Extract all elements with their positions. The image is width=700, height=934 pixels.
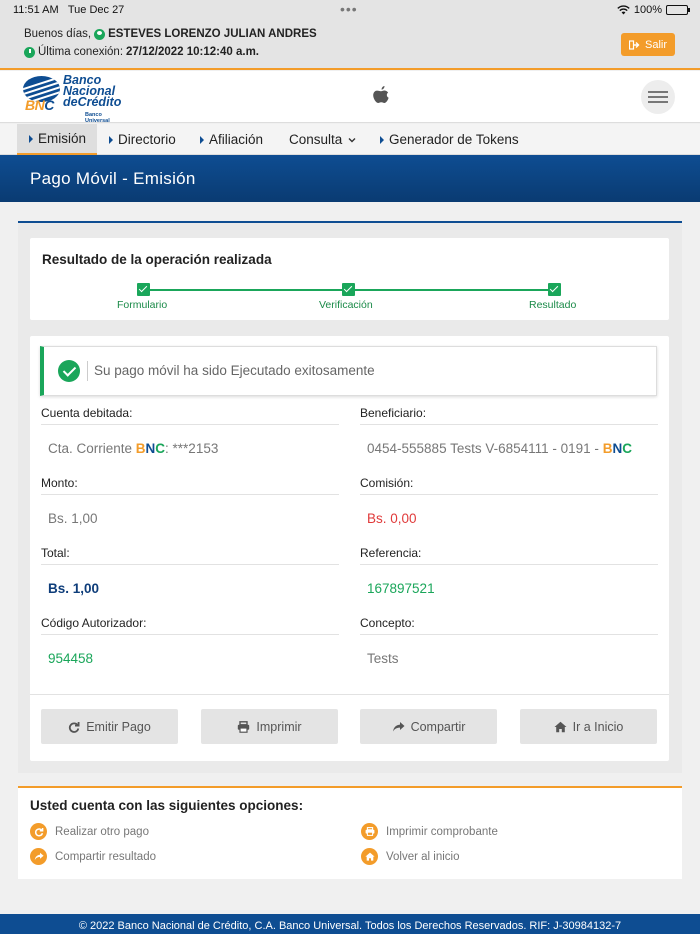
field-value: 954458 [48,651,94,666]
beneficiary-field: Beneficiario: 0454-555885 Tests V-685411… [360,406,658,456]
nav-item-emision[interactable]: Emisión [17,124,97,155]
chevron-down-icon [348,137,356,142]
apple-icon [373,86,389,103]
options-panel: Usted cuenta con las siguientes opciones… [18,786,682,879]
debit-account-field: Cuenta debitada: Cta. Corriente BNC: ***… [41,406,339,456]
field-value: Bs. 0,00 [367,511,417,526]
step-label-resultado: Resultado [529,299,577,311]
check-icon [548,283,561,296]
emit-payment-button[interactable]: Emitir Pago [41,709,178,744]
caret-right-icon [380,135,384,144]
clock-icon [24,46,35,58]
field-label: Comisión: [360,476,658,495]
greeting-bar: Buenos días, ESTEVES LORENZO JULIAN ANDR… [0,20,700,70]
share-icon [392,721,405,731]
greeting-text: Buenos días, [24,28,92,40]
logout-icon [628,39,640,50]
battery-percent: 100% [633,4,662,16]
hamburger-menu-icon[interactable] [641,80,675,114]
redo-icon [69,721,80,733]
success-alert: Su pago móvil ha sido Ejecutado exitosam… [40,346,657,396]
wifi-icon [617,5,630,15]
main-nav: Emisión Directorio Afiliación Consulta G… [0,124,700,155]
field-value: Bs. 1,00 [48,511,98,526]
logout-button[interactable]: Salir [621,33,675,56]
device-status-bar: 11:51 AM Tue Dec 27 ••• 100% [0,0,700,20]
field-value: Bs. 1,00 [48,581,100,596]
success-check-icon [58,360,80,382]
status-time: 11:51 AM Tue Dec 27 [13,4,125,16]
progress-steps: Resultado de la operación realizada Form… [30,238,669,320]
step-label-formulario: Formulario [117,299,168,311]
success-message: Su pago móvil ha sido Ejecutado exitosam… [94,363,375,378]
home-icon [554,721,567,732]
share-button[interactable]: Compartir [360,709,497,744]
total-field: Total: Bs. 1,00 [41,546,339,596]
print-icon [238,720,250,733]
option-share-result[interactable]: Compartir resultado [30,848,156,865]
page-title-bar: Pago Móvil - Emisión [0,155,700,202]
field-label: Cuenta debitada: [41,406,339,425]
step-label-verificacion: Verificación [319,299,373,311]
site-header: BNC Banco Nacional deCrédito Banco Unive… [0,71,700,124]
nav-item-consulta[interactable]: Consulta [289,124,356,155]
logo-bnc: BNC [25,97,54,113]
greeting-line: Buenos días, ESTEVES LORENZO JULIAN ANDR… [24,28,317,40]
logo-subtitle: Banco Universal [85,112,110,124]
bank-logo[interactable]: BNC Banco Nacional deCrédito Banco Unive… [23,73,123,124]
nav-item-directorio[interactable]: Directorio [109,124,176,155]
option-print-receipt[interactable]: Imprimir comprobante [361,823,498,840]
field-label: Total: [41,546,339,565]
print-button[interactable]: Imprimir [201,709,338,744]
last-login-label: Última conexión: [38,46,124,58]
redo-icon [30,823,47,840]
user-name: ESTEVES LORENZO JULIAN ANDRES [108,28,317,40]
nav-item-afiliacion[interactable]: Afiliación [200,124,263,155]
check-icon [342,283,355,296]
amount-field: Monto: Bs. 1,00 [41,476,339,526]
last-login-value: 27/12/2022 10:12:40 a.m. [126,46,260,58]
nav-item-tokens[interactable]: Generador de Tokens [380,124,519,155]
main-card: Resultado de la operación realizada Form… [18,221,682,773]
field-label: Referencia: [360,546,658,565]
divider [30,694,669,695]
field-value: 0454-555885 Tests V-6854111 - 0191 - BNC [367,441,632,456]
caret-right-icon [109,135,113,144]
logo-name: Banco Nacional deCrédito [63,73,122,109]
steps-heading: Resultado de la operación realizada [42,252,272,267]
last-login-line: Última conexión: 27/12/2022 10:12:40 a.m… [24,46,259,58]
home-button[interactable]: Ir a Inicio [520,709,657,744]
check-icon [137,283,150,296]
print-icon [361,823,378,840]
commission-field: Comisión: Bs. 0,00 [360,476,658,526]
field-value: Cta. Corriente BNC: ***2153 [48,441,219,456]
field-value: Tests [367,651,399,666]
status-right: 100% [617,4,690,16]
operation-result: Su pago móvil ha sido Ejecutado exitosam… [30,336,669,761]
multitasking-dots-icon[interactable]: ••• [340,1,358,17]
user-icon [94,28,106,40]
home-icon [361,848,378,865]
field-label: Monto: [41,476,339,495]
field-label: Concepto: [360,616,658,635]
option-new-payment[interactable]: Realizar otro pago [30,823,149,840]
concept-field: Concepto: Tests [360,616,658,666]
share-icon [30,848,47,865]
field-label: Beneficiario: [360,406,658,425]
caret-right-icon [29,134,33,143]
reference-field: Referencia: 167897521 [360,546,658,596]
option-back-home[interactable]: Volver al inicio [361,848,460,865]
page-title: Pago Móvil - Emisión [30,169,196,188]
battery-icon [666,5,690,15]
auth-code-field: Código Autorizador: 954458 [41,616,339,666]
field-label: Código Autorizador: [41,616,339,635]
page-footer: © 2022 Banco Nacional de Crédito, C.A. B… [0,914,700,934]
field-value: 167897521 [367,581,435,596]
options-heading: Usted cuenta con las siguientes opciones… [30,798,304,813]
logout-label: Salir [644,38,667,51]
caret-right-icon [200,135,204,144]
